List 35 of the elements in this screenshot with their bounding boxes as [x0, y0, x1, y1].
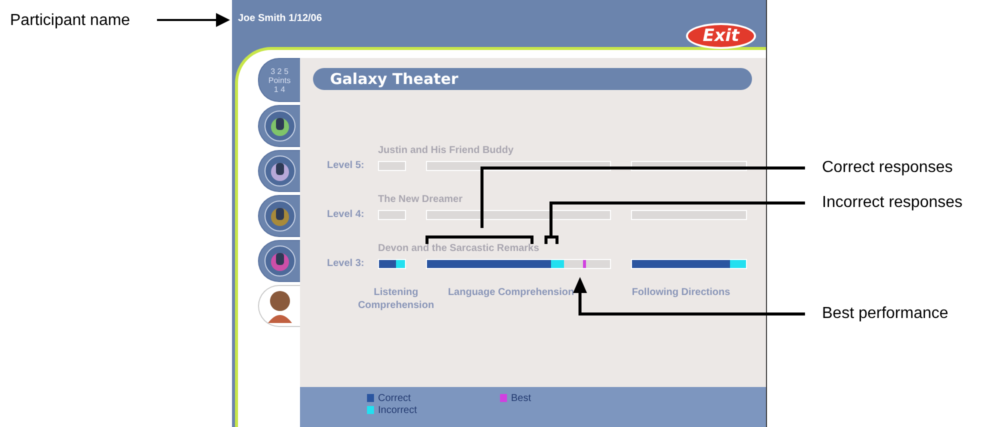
legend-label: Correct: [378, 392, 411, 404]
column-label: Language Comprehension: [446, 286, 576, 300]
story-title: Devon and the Sarcastic Remarks: [378, 242, 540, 255]
legend-label: Incorrect: [378, 404, 417, 416]
level-label: Level 5:: [327, 160, 366, 171]
sidebar-tab[interactable]: [258, 240, 300, 282]
participant-name: Joe Smith 1/12/06: [238, 13, 322, 24]
column-label: Listening Comprehension: [356, 286, 436, 312]
level-label: Level 4:: [327, 209, 366, 220]
annotation-label: Incorrect responses: [822, 193, 963, 213]
points-label: Points: [268, 76, 291, 84]
bracket-line: [544, 236, 558, 244]
illustration-icon: [264, 155, 296, 187]
points-digits: 1 4: [274, 84, 286, 94]
exit-button[interactable]: Exit: [686, 23, 756, 49]
illustration-icon: [264, 200, 296, 232]
sidebar-tab[interactable]: [258, 285, 300, 327]
sidebar-tab[interactable]: [258, 150, 300, 192]
score-bar: [378, 210, 406, 220]
sidebar-tab[interactable]: [258, 105, 300, 147]
annotation-label: Best performance: [822, 304, 948, 324]
illustration-icon: [264, 110, 296, 142]
sidebar-tab[interactable]: 3 2 5 Points 1 4: [258, 58, 300, 102]
points-digits: 3 2 5: [270, 66, 288, 76]
illustration-icon: [264, 245, 296, 277]
annotation-label: Participant name: [10, 11, 130, 31]
sidebar-tab[interactable]: [258, 195, 300, 237]
score-bar: [378, 160, 406, 170]
story-title: The New Dreamer: [378, 193, 464, 206]
legend-label: Best: [511, 392, 532, 404]
panel-title: Galaxy Theater: [313, 68, 752, 90]
annotation-label: Correct responses: [822, 158, 953, 178]
level-label: Level 3:: [327, 258, 366, 269]
story-title: Justin and His Friend Buddy: [378, 144, 515, 157]
column-label: Following Directions: [630, 286, 732, 300]
